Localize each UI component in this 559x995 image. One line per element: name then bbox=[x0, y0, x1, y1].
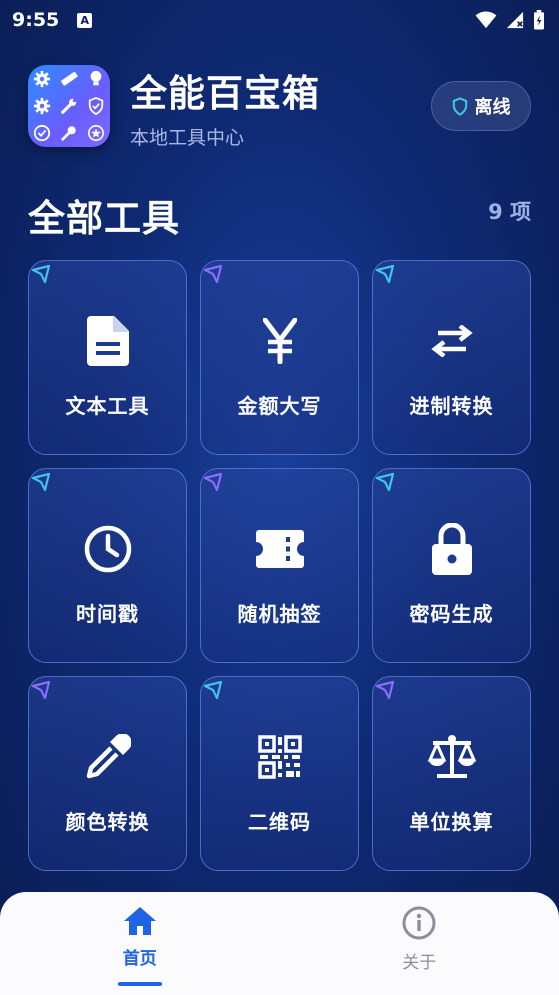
status-time: 9:55 bbox=[12, 9, 60, 31]
tool-card-amount-uppercase[interactable]: 金额大写 bbox=[200, 260, 359, 455]
battery-icon bbox=[534, 10, 544, 30]
status-bar: 9:55 A bbox=[0, 0, 559, 40]
app-header: 全能百宝箱 本地工具中心 离线 bbox=[28, 63, 531, 150]
corner-arrow-icon bbox=[31, 472, 51, 492]
tool-grid: 文本工具 金额大写 进制转换 时间戳 随机抽签 密码生成 颜色转换 二维码 单位… bbox=[28, 260, 531, 871]
tool-card-password-generator[interactable]: 密码生成 bbox=[372, 468, 531, 663]
info-icon bbox=[402, 906, 436, 940]
check-circle-icon bbox=[28, 120, 55, 147]
nav-about-label: 关于 bbox=[402, 953, 437, 973]
gear-icon bbox=[28, 65, 55, 92]
notification-icon: A bbox=[77, 12, 93, 28]
scale-icon bbox=[427, 730, 477, 784]
tool-count: 9 项 bbox=[488, 200, 531, 224]
tool-label: 文本工具 bbox=[65, 394, 150, 418]
corner-arrow-icon bbox=[375, 264, 395, 284]
qr-code-icon bbox=[257, 730, 302, 784]
app-subtitle: 本地工具中心 bbox=[130, 126, 245, 149]
corner-arrow-icon bbox=[375, 680, 395, 700]
corner-arrow-icon bbox=[203, 264, 223, 284]
tool-label: 二维码 bbox=[248, 810, 311, 834]
swap-arrows-icon bbox=[430, 314, 474, 368]
tool-card-timestamp[interactable]: 时间戳 bbox=[28, 468, 187, 663]
tool-card-color-conversion[interactable]: 颜色转换 bbox=[28, 676, 187, 871]
tool-card-qr-code[interactable]: 二维码 bbox=[200, 676, 359, 871]
app-logo bbox=[28, 65, 110, 147]
nav-about[interactable]: 关于 bbox=[280, 892, 559, 995]
offline-badge[interactable]: 离线 bbox=[431, 81, 531, 131]
tool-label: 密码生成 bbox=[409, 602, 494, 626]
offline-label: 离线 bbox=[474, 97, 511, 118]
tool-card-unit-conversion[interactable]: 单位换算 bbox=[372, 676, 531, 871]
ticket-icon bbox=[255, 522, 304, 576]
app-title: 全能百宝箱 bbox=[130, 71, 320, 115]
nav-home-label: 首页 bbox=[122, 949, 157, 969]
lock-icon bbox=[431, 522, 472, 576]
section-title: 全部工具 bbox=[28, 197, 180, 240]
active-indicator bbox=[117, 982, 162, 986]
shield-check-icon bbox=[83, 92, 110, 119]
wifi-icon bbox=[475, 11, 497, 29]
corner-arrow-icon bbox=[203, 472, 223, 492]
tool-card-text[interactable]: 文本工具 bbox=[28, 260, 187, 455]
lightbulb-icon bbox=[83, 65, 110, 92]
bottom-nav: 首页 关于 bbox=[0, 892, 559, 995]
star-icon bbox=[83, 120, 110, 147]
signal-icon bbox=[506, 11, 524, 29]
yen-icon bbox=[262, 314, 297, 368]
tool-label: 颜色转换 bbox=[65, 810, 150, 834]
tool-label: 随机抽签 bbox=[237, 602, 322, 626]
tool-card-random-draw[interactable]: 随机抽签 bbox=[200, 468, 359, 663]
tool-label: 时间戳 bbox=[76, 602, 139, 626]
app-title-block: 全能百宝箱 本地工具中心 bbox=[130, 63, 320, 150]
corner-arrow-icon bbox=[31, 680, 51, 700]
home-icon bbox=[123, 907, 156, 935]
corner-arrow-icon bbox=[31, 264, 51, 284]
corner-arrow-icon bbox=[375, 472, 395, 492]
wrench-icon bbox=[55, 92, 82, 119]
eyedropper-icon bbox=[85, 730, 131, 784]
clock-icon bbox=[83, 522, 133, 576]
tool-card-base-conversion[interactable]: 进制转换 bbox=[372, 260, 531, 455]
shield-icon bbox=[452, 96, 467, 116]
key-icon bbox=[55, 120, 82, 147]
tool-label: 金额大写 bbox=[237, 394, 322, 418]
ruler-icon bbox=[55, 65, 82, 92]
nav-home[interactable]: 首页 bbox=[0, 892, 280, 995]
tool-label: 进制转换 bbox=[409, 394, 494, 418]
corner-arrow-icon bbox=[203, 680, 223, 700]
document-icon bbox=[86, 314, 129, 368]
status-icons bbox=[475, 10, 545, 30]
tool-label: 单位换算 bbox=[409, 810, 494, 834]
gear-icon bbox=[28, 92, 55, 119]
